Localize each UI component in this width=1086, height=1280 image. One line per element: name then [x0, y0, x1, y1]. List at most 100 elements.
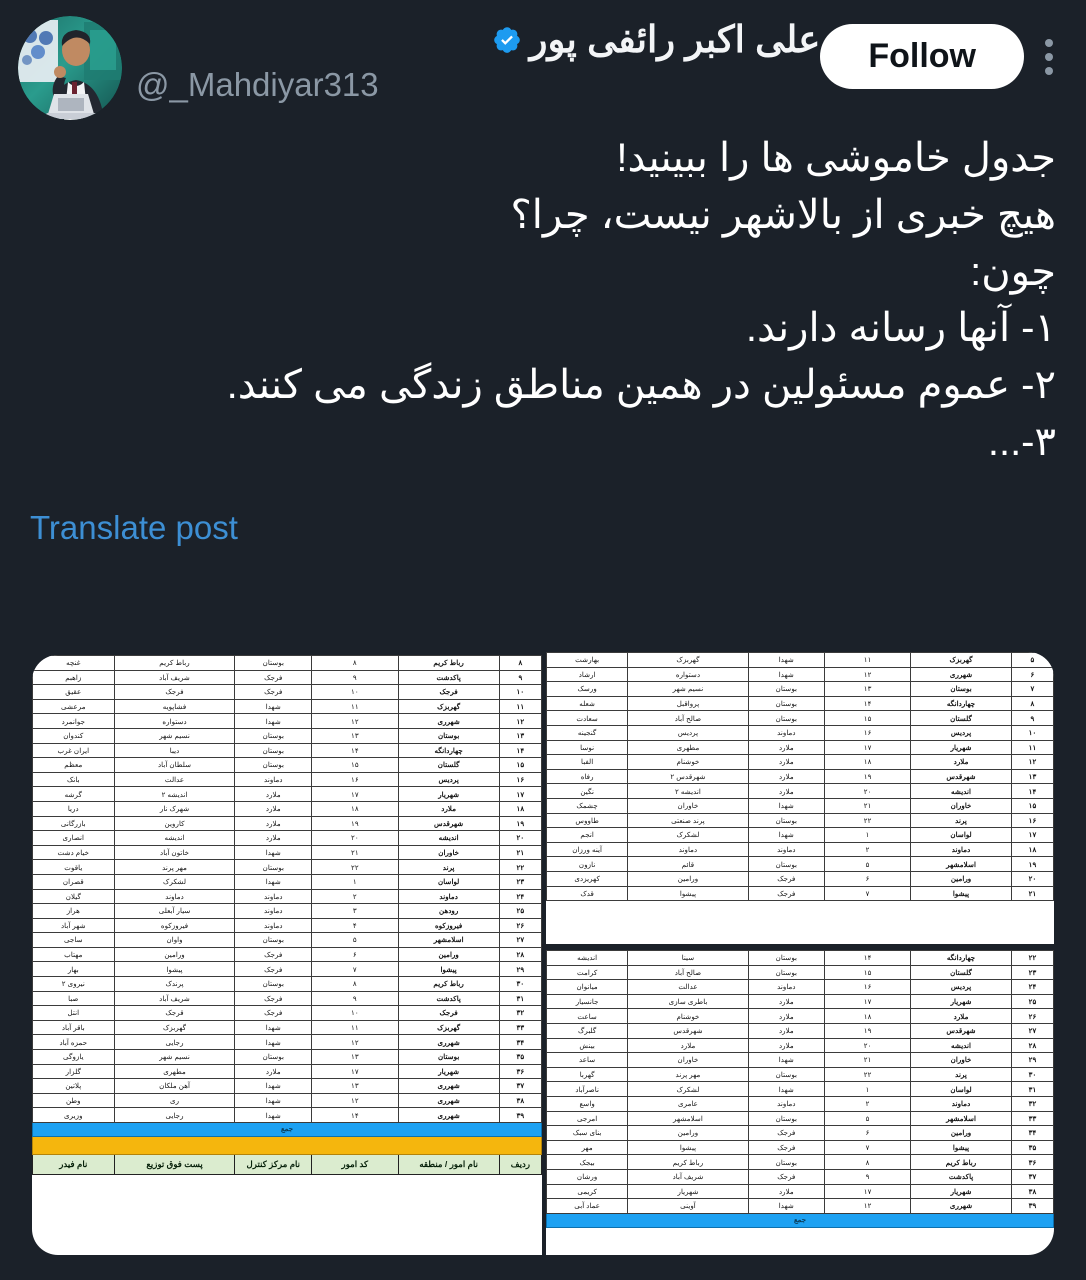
table-cell: ۱۵ — [824, 964, 912, 981]
table-cell: واسع — [546, 1095, 629, 1112]
table-cell: ۳۲ — [498, 1005, 542, 1021]
table-cell: کریمی — [546, 1183, 629, 1200]
table-cell: ۳۳ — [498, 1019, 542, 1036]
table-cell: بوستان — [234, 859, 313, 875]
account-handle[interactable]: @_Mahdiyar313 — [136, 64, 820, 105]
table-cell: پرواقبل — [627, 695, 749, 712]
verified-badge-icon — [492, 25, 522, 55]
table-cell: فرجک — [234, 669, 313, 686]
table-cell: لواسان — [397, 873, 500, 890]
table-cell: رباط کریم — [397, 655, 500, 671]
table-row: ۹ گلستان ۱۵ بوستان صالح آباد سعادت — [546, 710, 1054, 726]
table-cell: فرجک — [397, 684, 500, 700]
table-cell: رباط کریم — [627, 1154, 749, 1170]
table-cell: واوان — [113, 932, 236, 948]
table-cell: ۹ — [824, 1168, 912, 1185]
table-cell: ۱۸ — [824, 1008, 912, 1024]
table-cell: طاووس — [546, 812, 629, 829]
table-cell: شهرقدس — [910, 768, 1012, 785]
post-header: علی اکبر رائفی پور @_Mahdiyar313 Follow — [0, 0, 1086, 120]
table-cell: ملارد — [747, 1022, 826, 1039]
table-row: ۸ رباط کریم ۸ بوستان رباط کریم غنچه — [32, 655, 542, 671]
table-cell: بوستان — [747, 1110, 826, 1127]
table-cell: ورامین — [113, 946, 236, 963]
table-cell: کاروین — [113, 815, 236, 832]
table-cell: نازون — [546, 856, 629, 872]
more-options-icon[interactable] — [1034, 29, 1064, 85]
table-cell: ۲۱ — [1010, 885, 1054, 902]
table-cell: ۱۱ — [824, 652, 912, 668]
table-row: ۳۹ شهرری ۱۲ شهدا آوینی عماد آبی — [546, 1198, 1054, 1214]
table-cell: بوستان — [234, 655, 313, 671]
table-image-right-bottom[interactable]: ۲۲ چهاردانگه ۱۴ بوستان سینا اندیشه ۲۳ گلستان ۱۵ ب… — [546, 950, 1054, 1255]
table-cell: دماوند — [747, 724, 826, 741]
table-cell: دریا — [32, 800, 115, 817]
table-cell: ورشان — [546, 1168, 629, 1185]
table-header-row: ردیف نام امور / منطقه کد امور نام مرکز کنتر… — [32, 1154, 542, 1175]
table-row: ۳۷ شهرری ۱۳ شهدا آهن ملکان پلاتین — [32, 1078, 542, 1094]
table-cell: ۱۹ — [1010, 856, 1054, 872]
table-cell: خاوران — [910, 1052, 1012, 1068]
follow-button[interactable]: Follow — [820, 24, 1024, 90]
table-cell: ۱ — [824, 1081, 912, 1097]
table-image-left[interactable]: ۸ رباط کریم ۸ بوستان رباط کریم غنچه ۹ پاکدشت ۹ فر… — [32, 655, 542, 1255]
table-cell: پرند صنعتی — [627, 812, 749, 829]
table-cell: ۱۲ — [311, 1034, 399, 1051]
table-cell: ۳۹ — [1010, 1198, 1054, 1214]
table-cell: ۱۵ — [824, 710, 912, 726]
tweet-line-5: ۲- عموم مسئولین در همین مناطق زندگی می ک… — [226, 363, 1056, 408]
table-row: ۲۴ پردیس ۱۶ دماوند عدالت میانوان — [546, 979, 1054, 995]
translate-post-link[interactable]: Translate post — [0, 509, 268, 547]
table-cell: نسیم شهر — [113, 727, 236, 744]
table-cell: ۲۰ — [311, 830, 399, 846]
table-cell: پیشوا — [627, 1139, 749, 1156]
table-cell: اندیشه ۲ — [627, 783, 749, 799]
table-cell: آوینی — [627, 1198, 749, 1214]
table-cell: ۱۴ — [311, 742, 399, 759]
table-cell: مهر — [546, 1139, 629, 1156]
table-cell: چهاردانگه — [910, 950, 1012, 966]
table-cell: عدالت — [627, 979, 749, 995]
table-cell: ورامین — [627, 870, 749, 887]
table-cell: عماد آبی — [546, 1198, 629, 1214]
table-cell: دماوند — [234, 903, 313, 919]
table-cell: شهدا — [234, 698, 313, 715]
table-cell: زاهبم — [32, 669, 115, 686]
table-cell: دماوند — [747, 841, 826, 858]
table-cell: رباط کریم — [397, 976, 500, 992]
table-cell: شهدا — [234, 1078, 313, 1094]
table-cell: ۱۱ — [311, 1019, 399, 1036]
table-cell: شهرقدس ۲ — [627, 768, 749, 785]
table-cell: ۱۸ — [824, 754, 912, 770]
table-cell: مهر پرند — [627, 1066, 749, 1083]
table-cell: ۱۷ — [311, 1063, 399, 1080]
table-cell: پیشوا — [627, 885, 749, 902]
table-cell: ۹ — [1010, 710, 1054, 726]
table-cell: ۲۸ — [498, 946, 542, 963]
table-cell: اسلامشهر — [627, 1110, 749, 1127]
table-cell: سلطان آباد — [113, 757, 236, 773]
table-cell: خیام دشت — [32, 844, 115, 861]
table-cell: اسلامشهر — [910, 1110, 1012, 1127]
table-cell: دستواره — [113, 713, 236, 729]
table-cell: ۱۹ — [824, 1022, 912, 1039]
table-cell: ۱۲ — [824, 666, 912, 683]
table-cell: بهار — [32, 961, 115, 978]
table-cell: پرند — [910, 1066, 1012, 1083]
avatar[interactable] — [18, 16, 122, 120]
table-cell: شهدا — [747, 797, 826, 814]
table-cell: بوستان — [234, 1049, 313, 1065]
table-right-bottom-body: ۲۲ چهاردانگه ۱۴ بوستان سینا اندیشه ۲۳ گلستان ۱۵ ب… — [546, 950, 1054, 1228]
table-cell: پاکدشت — [397, 669, 500, 686]
table-cell: فرجک — [234, 684, 313, 700]
table-image-right-top[interactable]: ۵ گهربزک ۱۱ شهدا گهربزک بهارشت ۶ شهرری ۱۲ شهدا دست… — [546, 652, 1054, 944]
table-cell: رجایی — [113, 1107, 236, 1123]
table-cell: ورسک — [546, 681, 629, 697]
table-cell: ملارد — [747, 754, 826, 770]
table-cell: ۱۲ — [311, 1092, 399, 1109]
table-cell: ۳۱ — [1010, 1081, 1054, 1097]
table-cell: ۱۶ — [824, 724, 912, 741]
table-cell: ۱۹ — [311, 815, 399, 832]
table-cell: معظم — [32, 757, 115, 773]
table-cell: ۷ — [311, 961, 399, 978]
